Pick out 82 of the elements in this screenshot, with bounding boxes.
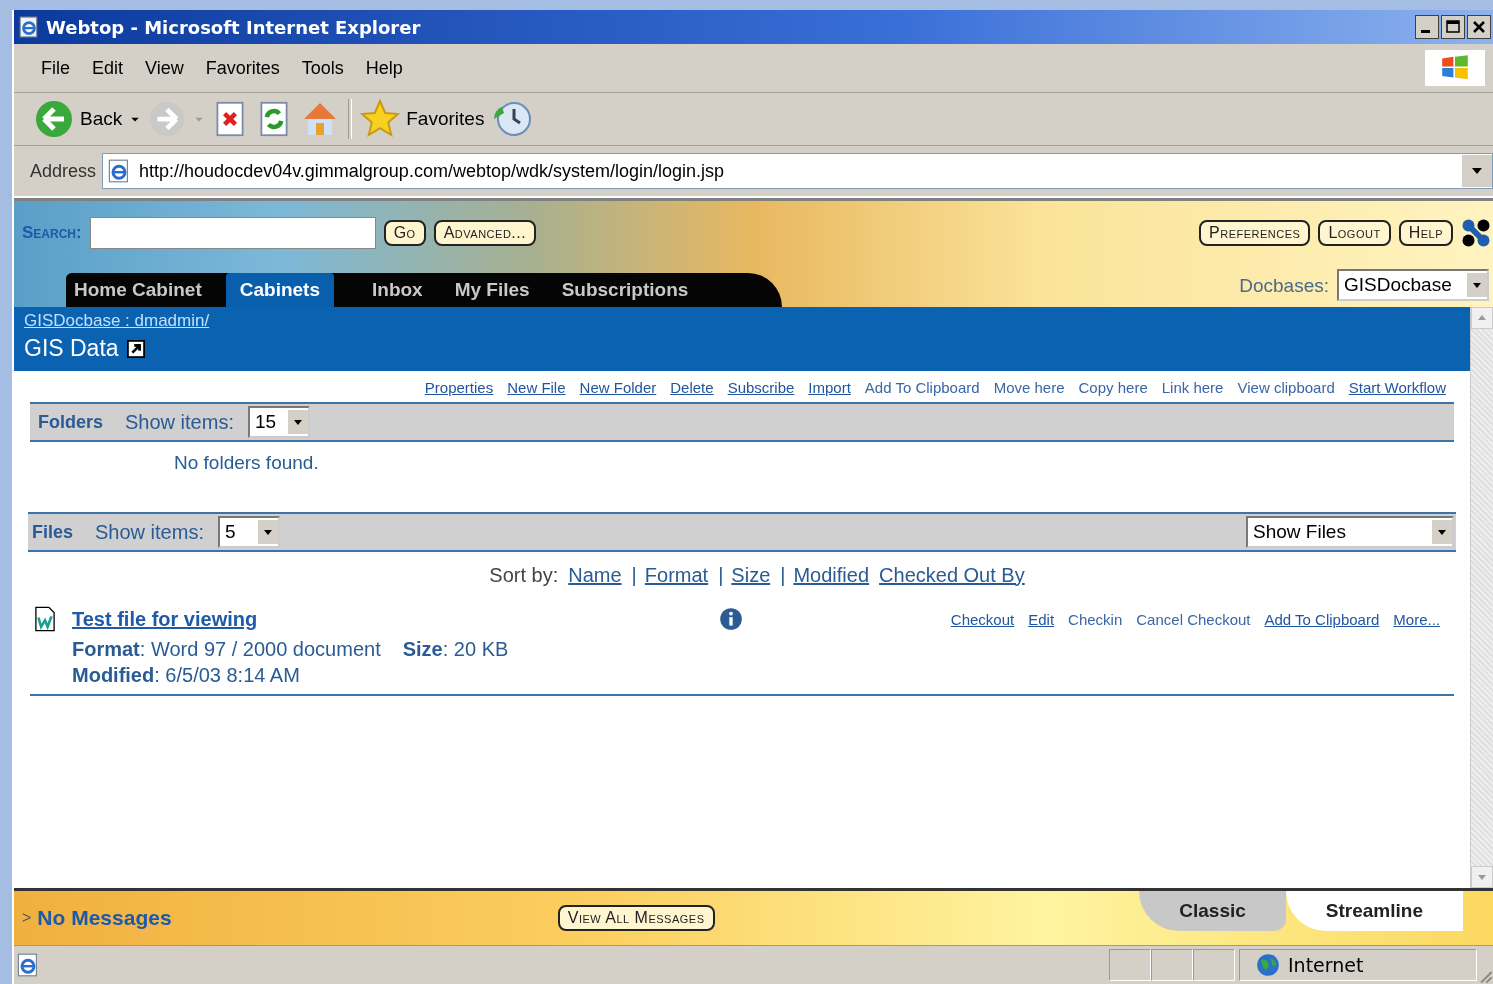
action-link[interactable]: Start Workflow [1348, 379, 1446, 396]
file-detail: Modified: 6/5/03 8:14 AM [72, 663, 300, 687]
sort-link[interactable]: Modified [793, 563, 870, 587]
expand-marker[interactable]: > [14, 909, 38, 927]
menu-item[interactable]: View [136, 57, 193, 79]
go-button[interactable]: Go [383, 220, 426, 246]
docbases-label: Docbases: [1239, 275, 1329, 297]
file-action-link[interactable]: Checkout [950, 610, 1015, 628]
filter-select[interactable]: Show Files [1246, 516, 1454, 548]
menu-item[interactable]: Tools [292, 57, 353, 79]
section-title: Files [32, 521, 74, 543]
show-items-select[interactable]: 15 [247, 406, 310, 438]
empty-message: No folders found. [173, 451, 320, 475]
page-icon [16, 953, 40, 977]
tab[interactable]: Home Cabinet [66, 273, 210, 307]
menu-item[interactable]: Help [356, 57, 412, 79]
maximize-button[interactable] [1441, 15, 1465, 39]
sort-link[interactable]: Name [568, 563, 622, 587]
tab[interactable]: Subscriptions [553, 273, 697, 307]
address-field[interactable]: http://houdocdev04v.gimmalgroup.com/webtop/wdk/system/login/login.jsp [102, 153, 1493, 189]
search-field[interactable] [89, 217, 376, 249]
sort-link[interactable]: Size [731, 563, 771, 587]
action-link[interactable]: New File [507, 379, 566, 396]
separator: | [631, 563, 637, 587]
header-button[interactable]: Preferences [1199, 220, 1311, 246]
menu-item[interactable]: Favorites [196, 57, 289, 79]
file-action-link[interactable]: More... [1393, 610, 1440, 628]
separator: | [780, 563, 786, 587]
docbase-select[interactable]: GISDocbase [1337, 269, 1489, 301]
header-button[interactable]: Help [1398, 220, 1453, 246]
document-icon [32, 606, 58, 632]
header-button[interactable]: Logout [1318, 220, 1391, 246]
menu-item[interactable]: Edit [83, 57, 133, 79]
section-title: Folders [38, 411, 103, 433]
globe-icon [1256, 953, 1280, 977]
file-action-link[interactable]: Edit [1028, 610, 1055, 628]
action-link[interactable]: New Folder [579, 379, 657, 396]
zone-label: Internet [1288, 954, 1364, 976]
close-button[interactable] [1467, 15, 1491, 39]
mode-tab[interactable]: Streamline [1285, 891, 1463, 931]
status-panel [1151, 949, 1193, 981]
tab[interactable]: My Files [446, 273, 538, 307]
history-icon[interactable] [492, 99, 533, 139]
action-link[interactable]: Properties [424, 379, 494, 396]
action-link[interactable]: Delete [670, 379, 714, 396]
status-panel [1109, 949, 1151, 981]
messages-status: No Messages [37, 906, 172, 930]
view-all-messages-button[interactable]: View All Messages [557, 905, 715, 931]
tab[interactable]: Cabinets [225, 273, 334, 307]
back-button[interactable]: Back [34, 99, 123, 139]
star-icon [360, 99, 401, 139]
action-link[interactable]: Subscribe [727, 379, 795, 396]
show-items-label: Show items: [125, 410, 234, 434]
file-detail: Size: 20 KB [402, 637, 509, 661]
window-title: Webtop - Microsoft Internet Explorer [46, 16, 421, 38]
shortcut-icon[interactable] [126, 339, 145, 358]
mode-tab[interactable]: Classic [1139, 891, 1286, 931]
menu-item[interactable]: File [32, 57, 79, 79]
tab[interactable]: Inbox [364, 273, 431, 307]
info-icon[interactable] [719, 607, 744, 631]
separator: | [718, 563, 724, 587]
logo-icon [1461, 218, 1491, 248]
browser-icon [18, 16, 40, 38]
minimize-button[interactable] [1415, 15, 1439, 39]
advanced-button[interactable]: Advanced... [433, 220, 537, 246]
sort-link[interactable]: Checked Out By [879, 563, 1025, 587]
address-label: Address [30, 160, 97, 182]
breadcrumb-link[interactable]: GISDocbase : dmadmin/ [24, 311, 210, 331]
show-items-label: Show items: [95, 520, 204, 544]
action-link[interactable]: Import [808, 379, 851, 396]
search-label: Search: [22, 223, 82, 243]
favorites-button[interactable]: Favorites [360, 99, 485, 139]
file-detail: Format: Word 97 / 2000 document [72, 637, 381, 661]
file-action-link[interactable]: Add To Clipboard [1264, 610, 1380, 628]
sort-label: Sort by: [489, 563, 559, 587]
show-items-select[interactable]: 5 [217, 516, 280, 548]
file-link[interactable]: Test file for viewing [72, 607, 258, 631]
windows-logo-icon [1425, 50, 1485, 86]
sort-link[interactable]: Format [644, 563, 709, 587]
dropdown-button[interactable] [1462, 155, 1492, 187]
status-panel [1193, 949, 1235, 981]
folder-title: GIS Data [24, 335, 119, 362]
